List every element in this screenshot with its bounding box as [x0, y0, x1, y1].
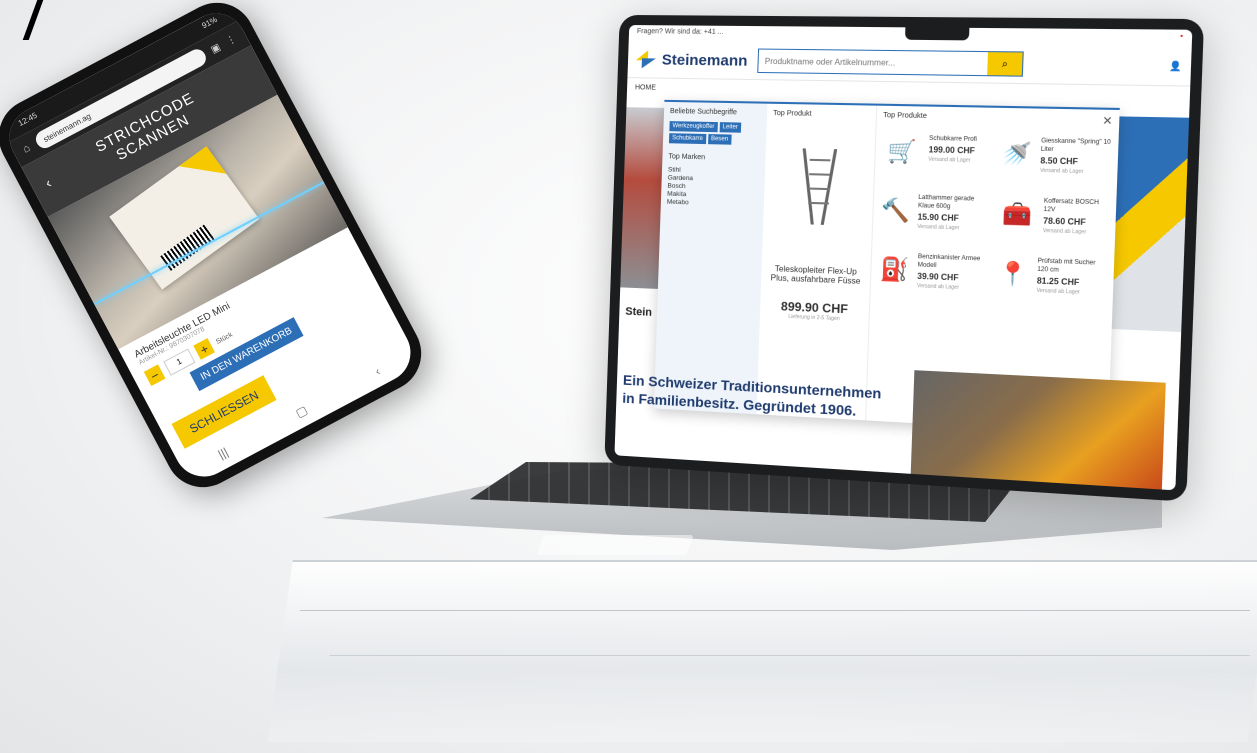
top-product-title: Top Produkt: [773, 110, 870, 119]
unit-label: Stück: [215, 331, 234, 345]
camera-notch: [905, 27, 969, 40]
product-card[interactable]: 📍 Prüfstab mit Sucher 120 cm 81.25 CHF V…: [994, 256, 1107, 297]
brand-link[interactable]: Metabo: [667, 199, 758, 209]
product-note: Versand ab Lager: [917, 224, 988, 233]
popular-search-title: Beliebte Suchbegriffe: [670, 108, 761, 117]
glass-edge: [300, 610, 1250, 611]
hero-image-left: [620, 107, 664, 289]
corner-stroke: [0, 0, 43, 40]
flag-icon[interactable]: ▪: [1180, 33, 1183, 48]
product-note: Versand ab Lager: [928, 157, 976, 164]
laptop-trackpad: [536, 535, 693, 555]
glass-shelf: [267, 560, 1257, 742]
probe-icon: 📍: [994, 256, 1031, 293]
search-tag[interactable]: Schubkarre: [669, 133, 706, 144]
phone-screen: 12:45 91% ⌂ steinemann.ag ▣ ⋮ ‹ STRICHCO…: [0, 3, 421, 487]
ladder-image: [797, 148, 841, 225]
product-name: Giesskanne "Spring" 10 Liter: [1041, 137, 1112, 156]
tabs-icon[interactable]: ▣: [209, 41, 223, 55]
header-actions: 👤: [1169, 60, 1182, 72]
smartphone: 12:45 91% ⌂ steinemann.ag ▣ ⋮ ‹ STRICHCO…: [0, 0, 435, 501]
home-nav-icon[interactable]: ▢: [293, 403, 310, 421]
minus-button[interactable]: −: [144, 364, 166, 386]
search-button[interactable]: ⌕: [987, 52, 1023, 76]
product-price: 8.50 CHF: [1040, 156, 1111, 167]
site-logo[interactable]: Steinemann: [636, 50, 748, 70]
search-bar: ⌕: [757, 49, 1024, 77]
product-grid: 🛒 Schubkarre Profi 199.00 CHF Versand ab…: [877, 134, 1112, 297]
worker-photo: [911, 370, 1166, 489]
search-tag[interactable]: Besen: [708, 134, 732, 145]
product-name: Benzinkanister Armee Modell: [918, 253, 988, 272]
top-brands-title: Top Marken: [668, 153, 759, 162]
section-label: Stein: [625, 306, 652, 319]
jerrycan-icon: ⛽: [877, 252, 912, 288]
product-card[interactable]: 🧰 Koffersatz BOSCH 12V 78.60 CHF Versand…: [997, 196, 1110, 236]
logo-text: Steinemann: [662, 51, 748, 69]
product-card[interactable]: 🛒 Schubkarre Profi 199.00 CHF Versand ab…: [881, 134, 991, 173]
product-price: 15.90 CHF: [917, 212, 988, 224]
top-products-title: Top Produkte: [883, 112, 1113, 124]
logo-mark-icon: [636, 50, 658, 68]
watering-can-icon: 🚿: [999, 136, 1035, 173]
search-tag[interactable]: Werkzeugkoffer: [669, 121, 717, 132]
product-name: Prüfstab mit Sucher 120 cm: [1037, 257, 1107, 276]
menu-icon[interactable]: ⋮: [224, 33, 238, 47]
home-icon[interactable]: ⌂: [21, 142, 33, 156]
nav-home[interactable]: HOME: [635, 84, 656, 91]
recent-apps-icon[interactable]: |||: [216, 445, 231, 462]
product-note: Versand ab Lager: [1036, 288, 1106, 297]
product-name: Schubkarre Profi: [929, 135, 977, 144]
tag-list: Werkzeugkoffer Leiter Schubkarre Besen: [669, 121, 761, 145]
user-icon[interactable]: 👤: [1169, 60, 1182, 72]
close-icon[interactable]: ✕: [1102, 114, 1113, 128]
product-name: Latthammer gerade Klaue 600g: [918, 194, 989, 213]
mega-col-featured[interactable]: Top Produkt Teleskopleiter Flex-Up Plus,…: [757, 104, 878, 421]
product-name: Koffersatz BOSCH 12V: [1043, 197, 1109, 216]
product-note: Versand ab Lager: [917, 283, 986, 292]
product-price: 39.90 CHF: [917, 272, 986, 284]
product-card[interactable]: 🚿 Giesskanne "Spring" 10 Liter 8.50 CHF …: [999, 136, 1112, 176]
search-tag[interactable]: Leiter: [719, 122, 741, 133]
hammer-icon: 🔨: [879, 193, 912, 229]
laptop-screen: Fragen? Wir sind da: +41 ... ▪ Steineman…: [614, 25, 1192, 490]
product-price: 81.25 CHF: [1037, 276, 1107, 288]
product-price: 199.00 CHF: [928, 145, 976, 155]
product-card[interactable]: ⛽ Benzinkanister Armee Modell 39.90 CHF …: [877, 252, 987, 293]
product-card[interactable]: 🔨 Latthammer gerade Klaue 600g 15.90 CHF…: [879, 193, 989, 233]
product-price: 78.60 CHF: [1043, 216, 1109, 228]
mega-col-search: Beliebte Suchbegriffe Werkzeugkoffer Lei…: [654, 102, 768, 414]
plus-button[interactable]: +: [193, 338, 215, 360]
search-icon: ⌕: [1002, 58, 1008, 70]
featured-product-name[interactable]: Teleskopleiter Flex-Up Plus, ausfahrbare…: [767, 264, 864, 286]
topbar-contact: Fragen? Wir sind da: +41 ...: [637, 28, 724, 43]
wheelbarrow-icon: 🛒: [881, 134, 922, 170]
glass-edge: [330, 655, 1250, 656]
toolbox-icon: 🧰: [997, 196, 1038, 233]
product-note: Versand ab Lager: [1043, 228, 1109, 236]
search-input[interactable]: [758, 50, 988, 76]
product-note: Versand ab Lager: [1040, 168, 1111, 176]
laptop-lid: Fragen? Wir sind da: +41 ... ▪ Steineman…: [604, 15, 1204, 502]
back-nav-icon[interactable]: ‹: [373, 364, 383, 378]
